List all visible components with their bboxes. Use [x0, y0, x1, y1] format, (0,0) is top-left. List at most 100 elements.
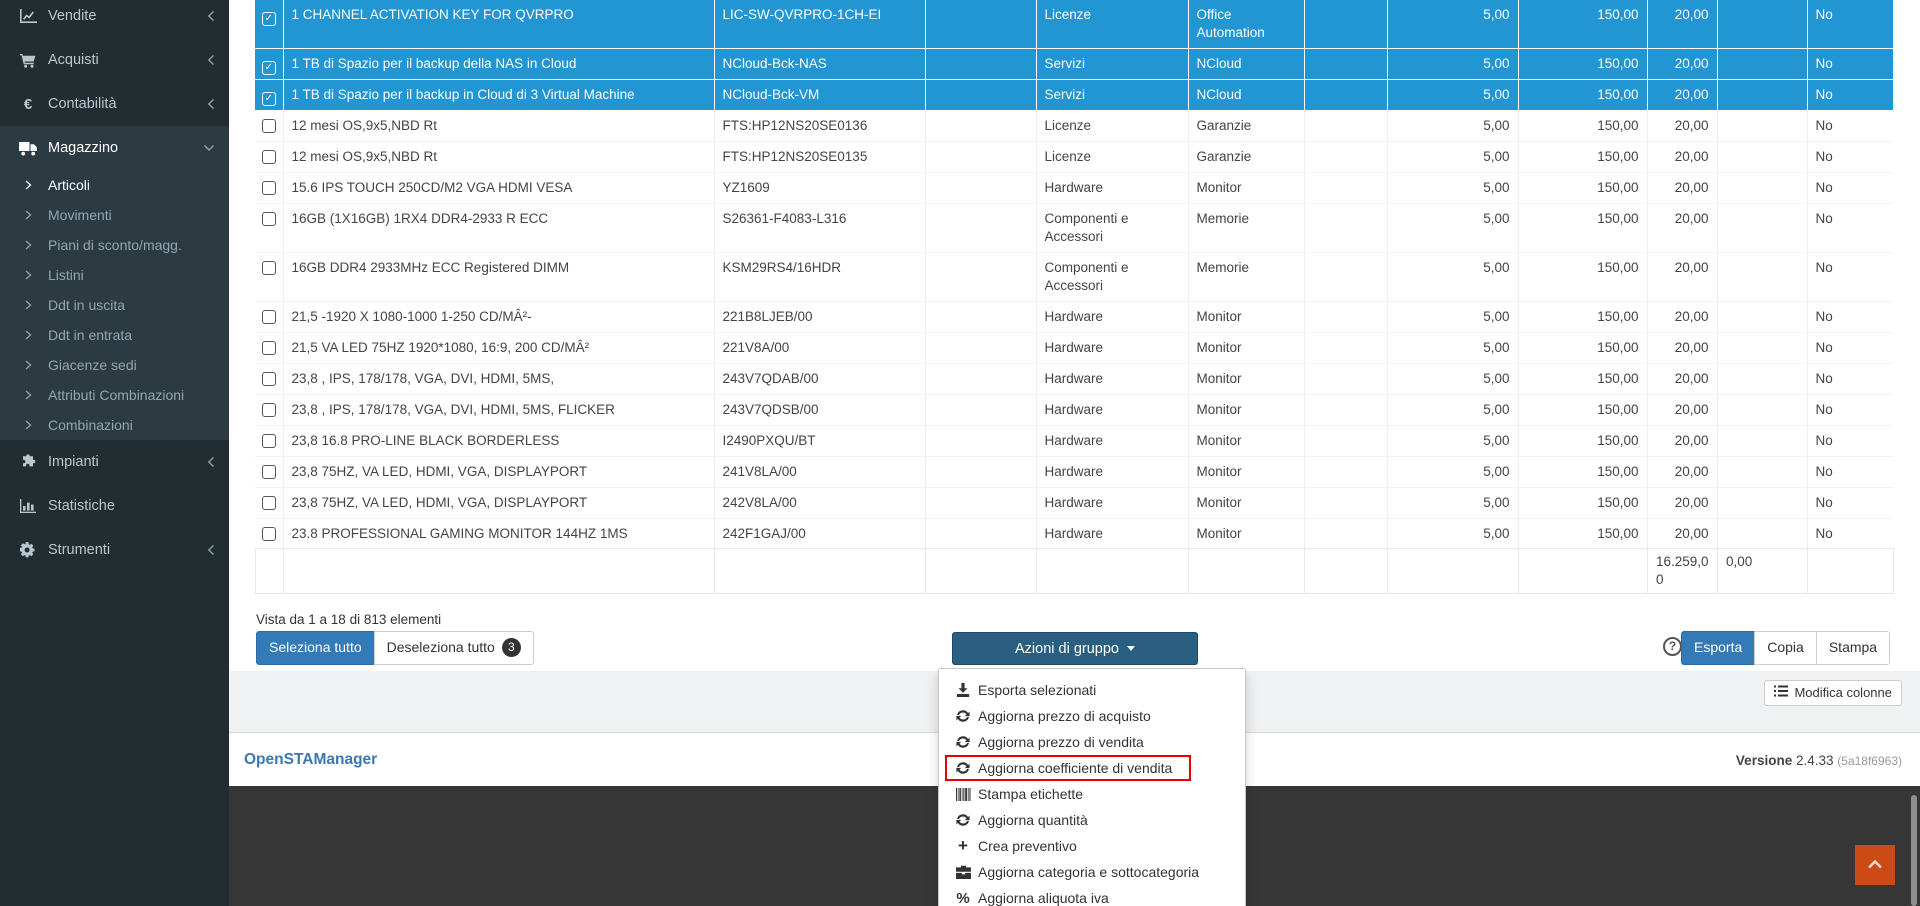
- cell-empty: [1304, 80, 1387, 111]
- refresh-icon: [955, 735, 971, 749]
- table-row[interactable]: ✓ 1 TB di Spazio per il backup in Cloud …: [255, 80, 1893, 111]
- row-checkbox[interactable]: ✓: [262, 261, 276, 275]
- sidebar-item-impianti[interactable]: Impianti: [0, 440, 229, 484]
- chevron-left-icon: [207, 10, 215, 22]
- cell-subcategory: Monitor: [1188, 364, 1304, 395]
- menu-item[interactable]: Aggiorna categoria e sottocategoria: [939, 859, 1245, 885]
- table-row[interactable]: ✓ 1 CHANNEL ACTIVATION KEY FOR QVRPRO LI…: [255, 0, 1893, 49]
- row-checkbox[interactable]: ✓: [262, 12, 276, 26]
- sidebar-item-magazzino[interactable]: Magazzino: [0, 126, 229, 170]
- sidebar-subitem[interactable]: Ddt in entrata: [0, 320, 229, 350]
- cell-code: 241V8LA/00: [714, 457, 925, 488]
- table-row[interactable]: ✓ 23,8 75HZ, VA LED, HDMI, VGA, DISPLAYP…: [255, 457, 1893, 488]
- table-row[interactable]: ✓ 16GB DDR4 2933MHz ECC Registered DIMM …: [255, 253, 1893, 302]
- help-icon[interactable]: ?: [1663, 637, 1682, 656]
- sidebar-item-label: Contabilità: [48, 96, 117, 112]
- cell-code: 242V8LA/00: [714, 488, 925, 519]
- edit-columns-button[interactable]: Modifica colonne: [1764, 680, 1902, 706]
- sidebar-subitem[interactable]: Piani di sconto/magg.: [0, 230, 229, 260]
- row-checkbox[interactable]: ✓: [262, 496, 276, 510]
- sidebar-item-statistiche[interactable]: Statistiche: [0, 484, 229, 528]
- export-button[interactable]: Esporta: [1681, 631, 1755, 665]
- row-checkbox[interactable]: ✓: [262, 434, 276, 448]
- row-checkbox[interactable]: ✓: [262, 61, 276, 75]
- sidebar-subitem[interactable]: Articoli: [0, 170, 229, 200]
- cell-empty: [1304, 426, 1387, 457]
- cell-available: No: [1807, 49, 1893, 80]
- cell-available: No: [1807, 333, 1893, 364]
- sidebar-item-strumenti[interactable]: Strumenti: [0, 528, 229, 572]
- table-row[interactable]: ✓ 23,8 , IPS, 178/178, VGA, DVI, HDMI, 5…: [255, 364, 1893, 395]
- cell-coeff: 20,00: [1647, 302, 1717, 333]
- cell-qty: 5,00: [1387, 395, 1518, 426]
- table-row[interactable]: ✓ 1 TB di Spazio per il backup della NAS…: [255, 49, 1893, 80]
- cell-description: 12 mesi OS,9x5,NBD Rt: [283, 111, 714, 142]
- sidebar-subitem[interactable]: Ddt in uscita: [0, 290, 229, 320]
- row-checkbox[interactable]: ✓: [262, 150, 276, 164]
- sidebar-subitem[interactable]: Combinazioni: [0, 410, 229, 440]
- cell-qty: 5,00: [1387, 488, 1518, 519]
- table-row[interactable]: ✓ 12 mesi OS,9x5,NBD Rt FTS:HP12NS20SE01…: [255, 142, 1893, 173]
- cell-coeff: 20,00: [1647, 457, 1717, 488]
- table-row[interactable]: ✓ 23,8 , IPS, 178/178, VGA, DVI, HDMI, 5…: [255, 395, 1893, 426]
- row-checkbox[interactable]: ✓: [262, 465, 276, 479]
- deselect-all-button[interactable]: Deseleziona tutto 3: [374, 631, 534, 665]
- menu-item[interactable]: Aggiorna coefficiente di vendita: [939, 755, 1245, 781]
- chevron-left-icon: [207, 98, 215, 110]
- table-row[interactable]: ✓ 23,8 16.8 PRO-LINE BLACK BORDERLESS I2…: [255, 426, 1893, 457]
- chevron-down-icon: [203, 144, 215, 152]
- table-row[interactable]: ✓ 12 mesi OS,9x5,NBD Rt FTS:HP12NS20SE01…: [255, 111, 1893, 142]
- group-actions-menu: Esporta selezionati Aggiorna prezzo di a…: [938, 668, 1246, 906]
- row-checkbox[interactable]: ✓: [262, 403, 276, 417]
- row-checkbox[interactable]: ✓: [262, 92, 276, 106]
- scrollbar-thumb[interactable]: [1911, 795, 1917, 906]
- version-text: Versione 2.4.33 (5a18f6963): [1736, 753, 1902, 768]
- menu-item-label: Aggiorna aliquota iva: [978, 890, 1109, 906]
- table-row[interactable]: ✓ 23,8 75HZ, VA LED, HDMI, VGA, DISPLAYP…: [255, 488, 1893, 519]
- sidebar-subitem[interactable]: Movimenti: [0, 200, 229, 230]
- cell-code: S26361-F4083-L316: [714, 204, 925, 253]
- table-row[interactable]: ✓ 21,5 -1920 X 1080-1000 1-250 CD/MÂ²- 2…: [255, 302, 1893, 333]
- sidebar-item-acquisti[interactable]: Acquisti: [0, 38, 229, 82]
- cell-subcategory: NCloud: [1188, 80, 1304, 111]
- table-row[interactable]: ✓ 16GB (1X16GB) 1RX4 DDR4-2933 R ECC S26…: [255, 204, 1893, 253]
- menu-item[interactable]: Aggiorna prezzo di vendita: [939, 729, 1245, 755]
- cell-description: 23,8 75HZ, VA LED, HDMI, VGA, DISPLAYPOR…: [283, 488, 714, 519]
- row-checkbox[interactable]: ✓: [262, 372, 276, 386]
- menu-item[interactable]: Esporta selezionati: [939, 677, 1245, 703]
- sidebar-subitem[interactable]: Attributi Combinazioni: [0, 380, 229, 410]
- row-checkbox[interactable]: ✓: [262, 527, 276, 541]
- menu-item[interactable]: Aggiorna quantità: [939, 807, 1245, 833]
- row-checkbox[interactable]: ✓: [262, 341, 276, 355]
- list-icon: [1774, 684, 1788, 702]
- cell-empty: [925, 204, 1036, 253]
- row-checkbox[interactable]: ✓: [262, 181, 276, 195]
- table-row[interactable]: ✓ 23.8 PROFESSIONAL GAMING MONITOR 144HZ…: [255, 519, 1893, 549]
- sidebar-item-contabilita[interactable]: € Contabilità: [0, 82, 229, 126]
- table-row[interactable]: ✓ 15.6 IPS TOUCH 250CD/M2 VGA HDMI VESA …: [255, 173, 1893, 204]
- copy-button[interactable]: Copia: [1754, 631, 1817, 665]
- row-checkbox[interactable]: ✓: [262, 310, 276, 324]
- sidebar-subitem[interactable]: Listini: [0, 260, 229, 290]
- print-button[interactable]: Stampa: [1816, 631, 1890, 665]
- row-checkbox[interactable]: ✓: [262, 212, 276, 226]
- sidebar-subitem[interactable]: Giacenze sedi: [0, 350, 229, 380]
- menu-item[interactable]: % Aggiorna aliquota iva: [939, 885, 1245, 906]
- cell-subcategory: Garanzie: [1188, 111, 1304, 142]
- cell-code: 243V7QDSB/00: [714, 395, 925, 426]
- group-actions-button[interactable]: Azioni di gruppo: [952, 632, 1198, 665]
- chevron-up-icon: [1867, 856, 1883, 874]
- sidebar-item-vendite[interactable]: Vendite: [0, 0, 229, 38]
- select-all-button[interactable]: Seleziona tutto: [256, 631, 375, 665]
- table-row[interactable]: ✓ 21,5 VA LED 75HZ 1920*1080, 16:9, 200 …: [255, 333, 1893, 364]
- menu-item[interactable]: Aggiorna prezzo di acquisto: [939, 703, 1245, 729]
- cell-coeff: 20,00: [1647, 395, 1717, 426]
- cell-available: No: [1807, 395, 1893, 426]
- cell-price: 150,00: [1518, 333, 1647, 364]
- menu-item[interactable]: + Crea preventivo: [939, 833, 1245, 859]
- brand-link[interactable]: OpenSTAManager: [244, 751, 377, 769]
- cell-subcategory: Monitor: [1188, 457, 1304, 488]
- menu-item[interactable]: Stampa etichette: [939, 781, 1245, 807]
- scroll-to-top-button[interactable]: [1855, 845, 1895, 885]
- row-checkbox[interactable]: ✓: [262, 119, 276, 133]
